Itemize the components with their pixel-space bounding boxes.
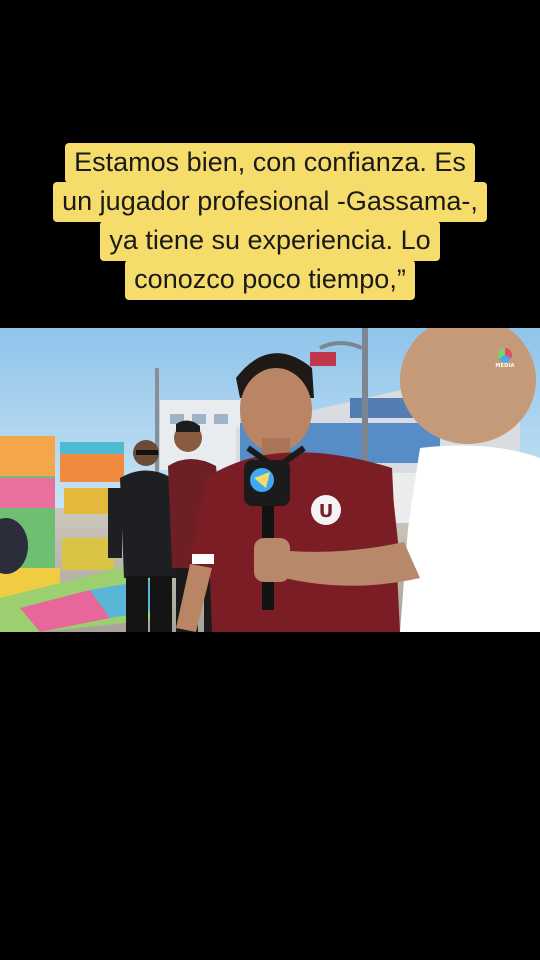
- caption-line-2: un jugador profesional -Gassama-,: [53, 182, 487, 222]
- video-frame[interactable]: U MEDIA: [0, 328, 540, 632]
- watermark-logo: MEDIA: [494, 348, 516, 376]
- caption-box: Estamos bien, con confianza. Es un jugad…: [0, 143, 540, 300]
- caption-line-3: ya tiene su experiencia. Lo: [100, 221, 440, 261]
- lamppost: [155, 368, 159, 488]
- video-scene: U: [0, 328, 540, 632]
- shirt-badge: U: [319, 501, 334, 522]
- caption-line-4: conozco poco tiempo,”: [125, 260, 415, 300]
- brand-logo-icon: [498, 348, 512, 362]
- watermark-text: MEDIA: [495, 363, 515, 369]
- caption-line-1: Estamos bien, con confianza. Es: [65, 143, 475, 183]
